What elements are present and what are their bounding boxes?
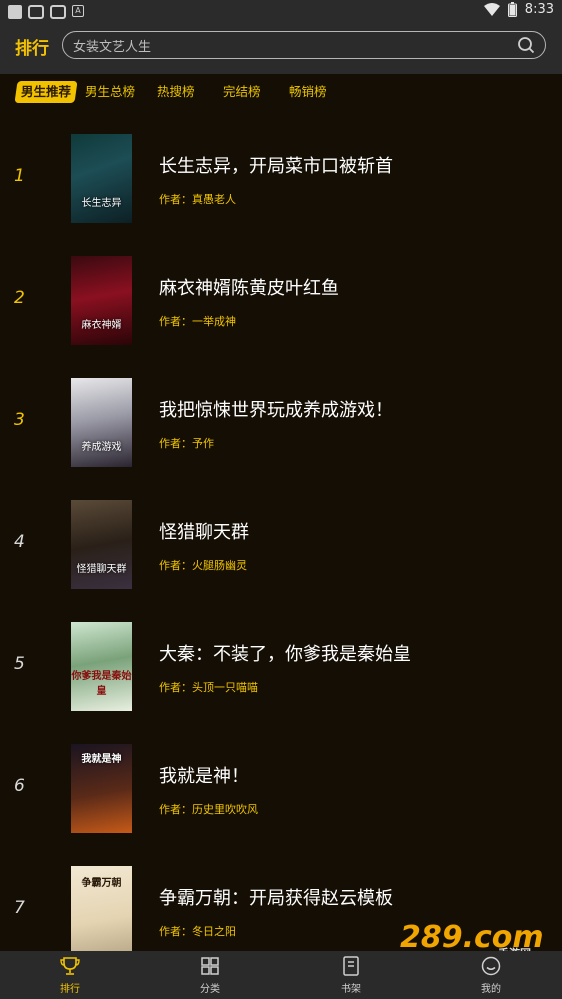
book-title: 争霸万朝：开局获得赵云模板 [159, 888, 393, 909]
rank-number: 2 [14, 288, 25, 308]
list-item[interactable]: 1 长生志异 长生志异，开局菜市口被斩首 作者：真愚老人 [0, 116, 562, 238]
bug-icon [28, 5, 44, 19]
app-notification-icon [8, 5, 22, 19]
search-placeholder: 女装文艺人生 [73, 39, 152, 55]
tab-completed[interactable]: 完结榜 [223, 81, 261, 103]
book-title: 大秦：不装了，你爹我是秦始皇 [159, 644, 411, 665]
book-title: 长生志异，开局菜市口被斩首 [159, 156, 393, 177]
book-cover: 怪猎聊天群 [71, 500, 132, 589]
book-author: 作者：一举成神 [159, 315, 236, 328]
book-title: 怪猎聊天群 [159, 522, 249, 543]
book-author: 作者：冬日之阳 [159, 925, 236, 938]
tab-hot-search[interactable]: 热搜榜 [157, 81, 195, 103]
nav-category[interactable]: 分类 [170, 955, 250, 995]
list-item[interactable]: 2 麻衣神婿 麻衣神婿陈黄皮叶红鱼 作者：一举成神 [0, 238, 562, 360]
cover-title: 养成游戏 [81, 442, 122, 453]
book-cover: 麻衣神婿 [71, 256, 132, 345]
book-author: 作者：火腿肠幽灵 [159, 559, 247, 572]
nav-label: 我的 [481, 984, 501, 995]
book-author: 作者：历史里吹吹风 [159, 803, 258, 816]
cover-title: 麻衣神婿 [81, 320, 122, 331]
book-author: 作者：真愚老人 [159, 193, 236, 206]
wifi-icon [483, 2, 500, 16]
book-cover: 养成游戏 [71, 378, 132, 467]
status-bar: A 8:33 [0, 0, 562, 24]
book-cover: 你爹我是秦始皇 [71, 622, 132, 711]
list-item[interactable]: 4 怪猎聊天群 怪猎聊天群 作者：火腿肠幽灵 [0, 482, 562, 604]
ranking-tabs: 男生推荐 男生总榜 热搜榜 完结榜 畅销榜 [0, 74, 562, 116]
rank-number: 5 [14, 654, 25, 674]
nav-bookshelf[interactable]: 书架 [311, 955, 391, 995]
book-icon [343, 956, 359, 976]
page-title: 排行 [15, 39, 49, 59]
book-author: 作者：头顶一只喵喵 [159, 681, 258, 694]
list-item[interactable]: 6 我就是神 我就是神！ 作者：历史里吹吹风 [0, 726, 562, 848]
book-author: 作者：予作 [159, 437, 214, 450]
smiley-icon [481, 956, 501, 976]
list-item[interactable]: 5 你爹我是秦始皇 大秦：不装了，你爹我是秦始皇 作者：头顶一只喵喵 [0, 604, 562, 726]
nav-label: 排行 [60, 984, 80, 995]
header: 排行 女装文艺人生 [0, 24, 562, 74]
a-icon: A [72, 5, 84, 17]
book-title: 我把惊悚世界玩成养成游戏！ [159, 400, 393, 421]
list-item[interactable]: 3 养成游戏 我把惊悚世界玩成养成游戏！ 作者：予作 [0, 360, 562, 482]
notification-icons: A [8, 5, 84, 19]
battery-icon [507, 2, 517, 17]
cover-title: 争霸万朝 [81, 878, 122, 889]
cover-title: 你爹我是秦始皇 [71, 671, 132, 697]
book-cover: 争霸万朝 [71, 866, 132, 955]
nav-label: 分类 [200, 984, 220, 995]
rank-number: 3 [14, 410, 25, 430]
rank-number: 7 [14, 898, 25, 918]
bottom-nav: 排行 分类 书架 我的 [0, 951, 562, 999]
tab-bestseller[interactable]: 畅销榜 [289, 81, 327, 103]
clock: 8:33 [524, 2, 554, 17]
book-cover: 我就是神 [71, 744, 132, 833]
book-title: 我就是神！ [159, 766, 249, 787]
book-cover: 长生志异 [71, 134, 132, 223]
nav-ranking[interactable]: 排行 [30, 955, 110, 995]
rank-number: 1 [14, 166, 25, 186]
grid-icon [201, 957, 219, 975]
search-icon[interactable] [517, 36, 535, 54]
cover-title: 我就是神 [81, 754, 122, 765]
bug-icon [50, 5, 66, 19]
rank-number: 4 [14, 532, 25, 552]
cover-title: 长生志异 [81, 198, 122, 209]
rank-number: 6 [14, 776, 25, 796]
tab-male-recommend[interactable]: 男生推荐 [14, 81, 78, 103]
nav-mine[interactable]: 我的 [451, 955, 531, 995]
tab-male-total[interactable]: 男生总榜 [85, 81, 135, 103]
trophy-icon [60, 957, 80, 975]
search-input[interactable]: 女装文艺人生 [62, 31, 546, 59]
cover-title: 怪猎聊天群 [76, 564, 127, 575]
book-title: 麻衣神婿陈黄皮叶红鱼 [159, 278, 339, 299]
nav-label: 书架 [341, 984, 361, 995]
